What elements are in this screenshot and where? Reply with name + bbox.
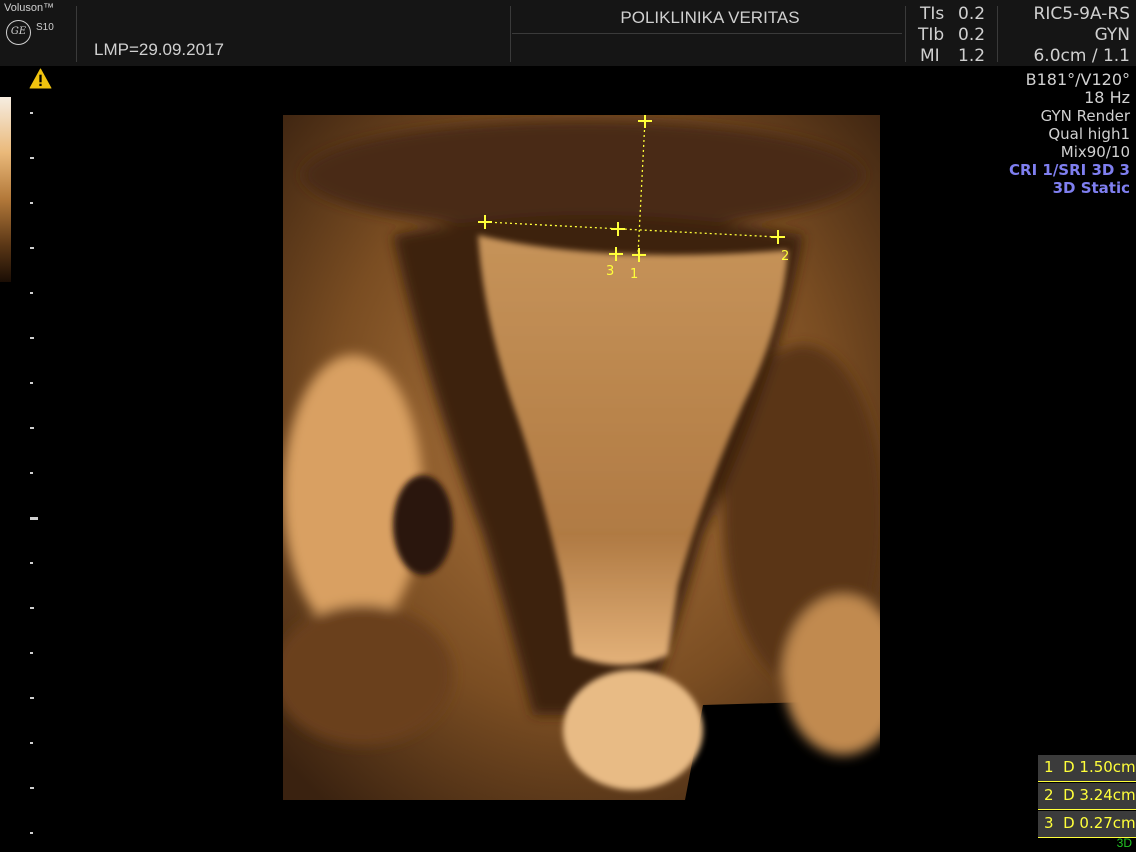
scale-tick xyxy=(30,427,34,429)
index-label-tis: TIs xyxy=(920,4,945,24)
clinic-name: POLIKLINIKA VERITAS xyxy=(620,8,800,27)
measurement-row[interactable]: 3 D 0.27cm xyxy=(1038,811,1136,838)
scale-tick xyxy=(30,517,38,520)
scale-tick xyxy=(30,652,33,654)
scale-tick xyxy=(30,472,33,474)
measurement-number: 2 xyxy=(1044,786,1054,804)
depth-scale xyxy=(0,0,40,852)
measurement-row[interactable]: 1 D 1.50cm xyxy=(1038,755,1136,782)
index-label-tib: TIb xyxy=(918,25,945,45)
header-divider xyxy=(510,6,511,62)
scale-tick xyxy=(30,742,33,744)
scale-tick xyxy=(30,292,33,294)
acquisition-mode: 3D Static xyxy=(1052,179,1130,197)
measurement-value: D 3.24cm xyxy=(1063,786,1136,804)
measurement-value: D 0.27cm xyxy=(1063,814,1136,832)
render-mode: GYN Render xyxy=(1040,107,1130,125)
lmp-date: LMP=29.09.2017 xyxy=(94,40,224,59)
scale-tick xyxy=(30,112,33,114)
header-divider xyxy=(512,33,902,34)
index-value-mi: 1.2 xyxy=(958,46,986,66)
scale-tick xyxy=(30,697,34,699)
measurement-number: 3 xyxy=(1044,814,1054,832)
cri-sri-setting: CRI 1/SRI 3D 3 xyxy=(1009,161,1130,179)
scale-tick xyxy=(30,607,34,609)
measurement-results: 1 D 1.50cm 2 D 3.24cm 3 D 0.27cm xyxy=(1038,755,1136,839)
header-divider xyxy=(905,6,906,62)
scale-tick xyxy=(30,247,34,249)
scale-tick xyxy=(30,157,34,159)
caliper-marker-3: 3 xyxy=(606,264,614,279)
measurement-row[interactable]: 2 D 3.24cm xyxy=(1038,783,1136,810)
mode-indicator: 3D xyxy=(1116,836,1132,850)
measurement-number: 1 xyxy=(1044,758,1054,776)
index-value-tib: 0.2 xyxy=(958,25,986,45)
depth-readout: 6.0cm / 1.1 xyxy=(1033,46,1130,66)
scale-tick xyxy=(30,382,33,384)
index-value-tis: 0.2 xyxy=(958,4,986,24)
scale-tick xyxy=(30,202,33,204)
scale-tick xyxy=(30,832,33,834)
scale-tick xyxy=(30,337,34,339)
header-divider xyxy=(76,6,77,62)
header-divider xyxy=(997,6,998,62)
angle-readout: B181°/V120° xyxy=(1025,70,1130,89)
preset-name: GYN xyxy=(1094,25,1130,45)
index-label-mi: MI xyxy=(920,46,940,66)
caliper-marker-1: 1 xyxy=(630,267,638,282)
frame-rate: 18 Hz xyxy=(1084,88,1130,107)
mix-setting: Mix90/10 xyxy=(1060,143,1130,161)
uterus-3d-render: 1 2 3 xyxy=(283,115,880,800)
scale-tick xyxy=(30,562,33,564)
quality-setting: Qual high1 xyxy=(1048,125,1130,143)
caliper-marker-2: 2 xyxy=(781,249,789,264)
probe-name: RIC5-9A-RS xyxy=(1033,4,1130,24)
scale-tick xyxy=(30,787,34,789)
measurement-value: D 1.50cm xyxy=(1063,758,1136,776)
